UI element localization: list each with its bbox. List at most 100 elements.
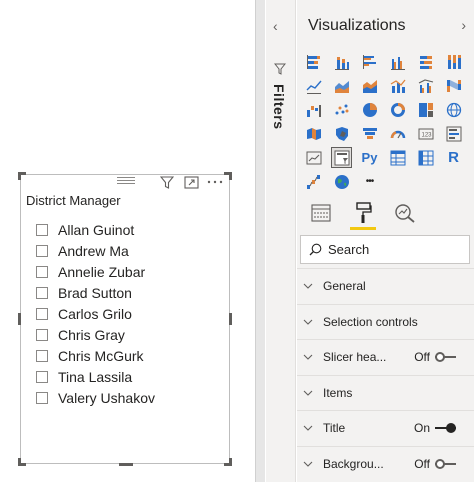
section-title[interactable]: Title On <box>297 410 474 446</box>
checkbox[interactable] <box>36 307 48 320</box>
resize-handle[interactable] <box>229 172 232 180</box>
treemap-icon[interactable] <box>416 100 435 119</box>
kpi-icon[interactable] <box>304 148 323 167</box>
line-and-column-chart-icon[interactable] <box>388 76 407 95</box>
checkbox[interactable] <box>36 223 48 236</box>
filters-pane-collapsed[interactable]: ‹ Filters <box>266 0 296 482</box>
shape-map-icon[interactable] <box>332 124 351 143</box>
checkbox[interactable] <box>36 265 48 278</box>
section-general[interactable]: General <box>297 268 474 304</box>
pane-tabs <box>307 200 419 230</box>
checkbox[interactable] <box>36 286 48 299</box>
r-visual-icon[interactable]: R <box>444 148 463 167</box>
matrix-icon[interactable] <box>416 148 435 167</box>
donut-chart-icon[interactable] <box>388 100 407 119</box>
section-label: Slicer hea... <box>323 350 387 365</box>
slicer-item[interactable]: Chris Gray <box>36 324 155 345</box>
fields-tab[interactable] <box>307 200 335 226</box>
format-tab[interactable] <box>349 200 377 230</box>
line-and-clustered-column-chart-icon[interactable] <box>416 76 435 95</box>
slicer-list: Allan Guinot Andrew Ma Annelie Zubar Bra… <box>36 219 155 408</box>
card-icon[interactable]: 123 <box>416 124 435 143</box>
funnel-icon[interactable] <box>360 124 379 143</box>
search-input[interactable] <box>328 242 448 257</box>
slicer-item[interactable]: Carlos Grilo <box>36 303 155 324</box>
100-stacked-bar-chart-icon[interactable] <box>416 52 435 71</box>
slicer-item[interactable]: Brad Sutton <box>36 282 155 303</box>
scatter-chart-icon[interactable] <box>332 100 351 119</box>
toggle-state-label: Off <box>414 350 430 365</box>
drag-grip-icon[interactable] <box>117 177 135 185</box>
filter-icon[interactable] <box>159 175 175 189</box>
stacked-area-chart-icon[interactable] <box>360 76 379 95</box>
analytics-tab[interactable] <box>391 200 419 226</box>
chevron-down-icon <box>303 354 315 361</box>
line-chart-icon[interactable] <box>304 76 323 95</box>
waterfall-chart-icon[interactable] <box>304 100 323 119</box>
slicer-icon[interactable] <box>331 147 352 168</box>
slicer-item[interactable]: Chris McGurk <box>36 345 155 366</box>
globe-map-icon[interactable] <box>332 172 351 191</box>
pie-chart-icon[interactable] <box>360 100 379 119</box>
checkbox[interactable] <box>36 349 48 362</box>
section-background[interactable]: Backgrou... Off <box>297 445 474 482</box>
map-icon[interactable] <box>444 100 463 119</box>
background-toggle[interactable]: Off <box>414 457 466 471</box>
checkbox[interactable] <box>36 370 48 383</box>
resize-handle[interactable] <box>119 463 133 466</box>
clustered-column-chart-icon[interactable] <box>388 52 407 71</box>
resize-handle[interactable] <box>229 313 232 325</box>
multi-row-card-icon[interactable] <box>444 124 463 143</box>
more-visuals-icon[interactable]: ••• <box>360 172 379 191</box>
slicer-item-label: Annelie Zubar <box>58 263 146 280</box>
filled-map-icon[interactable] <box>304 124 323 143</box>
checkbox[interactable] <box>36 391 48 404</box>
toggle-switch[interactable] <box>435 352 461 363</box>
chevron-right-icon[interactable]: › <box>461 17 466 33</box>
section-selection-controls[interactable]: Selection controls <box>297 303 474 340</box>
slicer-item[interactable]: Andrew Ma <box>36 240 155 261</box>
title-toggle[interactable]: On <box>414 421 466 435</box>
chevron-left-icon[interactable]: ‹ <box>273 18 278 34</box>
visual-gallery: 123 Py R ••• <box>304 52 463 191</box>
slicer-header-toggle[interactable]: Off <box>414 350 466 364</box>
more-options-icon[interactable] <box>207 175 223 189</box>
section-items[interactable]: Items <box>297 374 474 411</box>
slicer-item[interactable]: Allan Guinot <box>36 219 155 240</box>
slicer-item-label: Valery Ushakov <box>58 389 156 406</box>
chevron-down-icon <box>303 461 315 467</box>
filters-label[interactable]: Filters <box>271 84 287 130</box>
table-icon[interactable] <box>388 148 407 167</box>
district-manager-slicer[interactable]: District Manager Allan Guinot Andrew Ma … <box>18 172 232 466</box>
stacked-column-chart-icon[interactable] <box>332 52 351 71</box>
slicer-item-label: Carlos Grilo <box>58 305 132 322</box>
python-visual-icon[interactable]: Py <box>360 148 379 167</box>
slicer-item-label: Allan Guinot <box>58 221 135 238</box>
resize-handle[interactable] <box>229 458 232 466</box>
checkbox[interactable] <box>36 244 48 257</box>
toggle-switch[interactable] <box>435 458 461 469</box>
resize-handle[interactable] <box>18 458 21 466</box>
100-stacked-column-chart-icon[interactable] <box>444 52 463 71</box>
resize-handle[interactable] <box>18 172 21 180</box>
toggle-switch[interactable] <box>435 423 461 434</box>
area-chart-icon[interactable] <box>332 76 351 95</box>
slicer-item-label: Chris McGurk <box>58 347 144 364</box>
ribbon-chart-icon[interactable] <box>444 76 463 95</box>
checkbox[interactable] <box>36 328 48 341</box>
slicer-item[interactable]: Valery Ushakov <box>36 387 155 408</box>
resize-handle[interactable] <box>18 313 21 325</box>
stacked-bar-chart-icon[interactable] <box>304 52 323 71</box>
focus-mode-icon[interactable] <box>183 175 199 189</box>
section-label: General <box>323 279 366 294</box>
decomposition-tree-icon[interactable] <box>304 172 323 191</box>
gauge-icon[interactable] <box>388 124 407 143</box>
pane-title: Visualizations <box>308 17 406 34</box>
svg-text:123: 123 <box>421 132 432 138</box>
clustered-bar-chart-icon[interactable] <box>360 52 379 71</box>
slicer-item[interactable]: Tina Lassila <box>36 366 155 387</box>
report-canvas[interactable]: District Manager Allan Guinot Andrew Ma … <box>0 0 255 482</box>
slicer-item[interactable]: Annelie Zubar <box>36 261 155 282</box>
section-slicer-header[interactable]: Slicer hea... Off <box>297 339 474 375</box>
search-box[interactable] <box>300 235 470 264</box>
